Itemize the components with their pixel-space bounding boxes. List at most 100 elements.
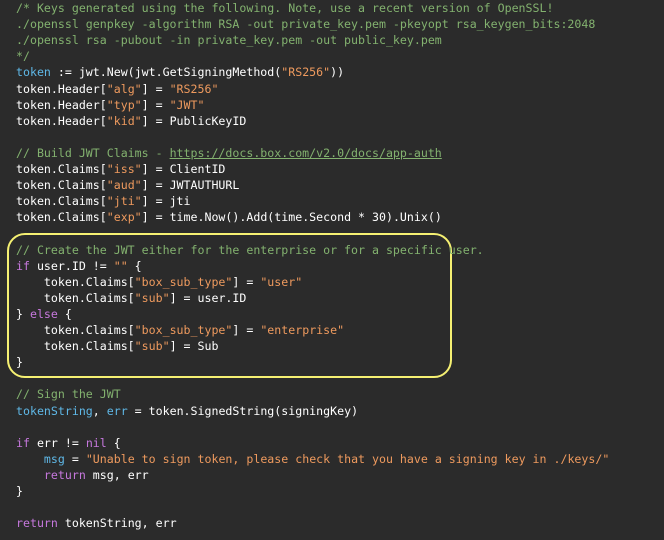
- code-token: err: [106, 403, 128, 418]
- code-token: {: [127, 258, 142, 273]
- code-token: "user": [260, 274, 303, 289]
- code-line: msg = "Unable to sign token, please chec…: [16, 451, 609, 467]
- code-token: "": [113, 258, 128, 273]
- code-token: "typ": [106, 97, 142, 112]
- code-line: if err != nil {: [16, 435, 121, 451]
- code-token: }: [16, 484, 23, 498]
- code-token: tokenString, err: [57, 516, 177, 531]
- code-line: /* Keys generated using the following. N…: [16, 0, 553, 16]
- code-token: token.Claims[: [16, 339, 135, 354]
- code-token: =: [64, 451, 86, 466]
- code-token: token: [16, 65, 51, 80]
- code-line: token.Header["typ"] = "JWT": [16, 97, 204, 113]
- code-line: */: [16, 48, 30, 64]
- code-token: ./openssl genpkey -algorithm RSA -out pr…: [16, 17, 596, 32]
- code-token: msg: [43, 451, 65, 466]
- code-line: } else {: [16, 306, 72, 322]
- code-token: "RS256": [281, 65, 331, 80]
- code-token: ] = user.ID: [169, 290, 247, 305]
- code-token: "iss": [106, 162, 142, 176]
- code-token: if: [16, 258, 30, 273]
- code-token: "RS256": [169, 81, 219, 96]
- code-token: ] = ClientID: [141, 162, 226, 176]
- code-line: }: [16, 354, 23, 370]
- code-token: "sub": [134, 339, 170, 354]
- code-line: ./openssl rsa -pubout -in private_key.pe…: [16, 32, 442, 48]
- code-token: "alg": [106, 81, 142, 96]
- code-line: token.Claims["jti"] = jti: [16, 193, 191, 209]
- code-token: */: [16, 49, 30, 64]
- code-token: token.Header[: [16, 81, 107, 96]
- code-token: "Unable to sign token, please check that…: [85, 451, 610, 466]
- code-line: token.Claims["box_sub_type"] = "enterpri…: [16, 322, 344, 338]
- code-token: {: [57, 306, 72, 321]
- code-token: // Create the JWT either for the enterpr…: [16, 242, 484, 257]
- code-token: "exp": [106, 210, 142, 225]
- code-token: }: [16, 306, 30, 321]
- code-line: // Create the JWT either for the enterpr…: [16, 242, 484, 258]
- code-token: err !=: [29, 435, 86, 450]
- code-line: token.Claims["exp"] = time.Now().Add(tim…: [16, 209, 442, 225]
- code-token: "box_sub_type": [134, 274, 233, 289]
- code-token: return: [16, 516, 58, 531]
- code-line: token.Claims["aud"] = JWTAUTHURL: [16, 177, 239, 193]
- code-line: token := jwt.New(jwt.GetSigningMethod("R…: [16, 64, 344, 80]
- code-token: = token.SignedString(signingKey): [127, 403, 359, 418]
- code-token: ,: [92, 403, 107, 418]
- code-line: token.Header["alg"] = "RS256": [16, 81, 218, 97]
- code-token: )): [330, 65, 345, 80]
- code-token: "sub": [134, 290, 170, 305]
- code-token: := jwt.New(jwt.GetSigningMethod(: [50, 65, 282, 80]
- code-token: 30: [372, 210, 386, 225]
- code-token: }: [16, 355, 23, 370]
- code-token: /* Keys generated using the following. N…: [16, 1, 554, 15]
- code-token: ] = JWTAUTHURL: [141, 178, 240, 193]
- code-token: {: [106, 435, 121, 450]
- code-token: ] = PublicKeyID: [141, 113, 247, 128]
- code-line: }: [16, 483, 23, 499]
- code-token: "kid": [106, 113, 142, 128]
- code-token: "aud": [106, 178, 142, 193]
- code-token: // Build JWT Claims -: [16, 145, 170, 160]
- code-token: "enterprise": [260, 323, 345, 337]
- code-token: "box_sub_type": [134, 323, 233, 337]
- code-line: return tokenString, err: [16, 515, 177, 531]
- code-token: // Sign the JWT: [16, 387, 121, 402]
- code-token: ] =: [232, 323, 261, 337]
- code-line: // Sign the JWT: [16, 386, 121, 402]
- code-token: token.Header[: [16, 113, 107, 128]
- code-token: tokenString: [16, 403, 93, 418]
- code-token: else: [29, 306, 58, 321]
- code-token: token.Claims[: [16, 274, 135, 289]
- code-token: msg, err: [85, 467, 149, 482]
- code-line: ./openssl genpkey -algorithm RSA -out pr…: [16, 16, 595, 32]
- code-token: token.Claims[: [16, 194, 107, 209]
- code-line: tokenString, err = token.SignedString(si…: [16, 403, 358, 419]
- code-link[interactable]: https://docs.box.com/v2.0/docs/app-auth: [170, 146, 442, 160]
- code-token: ] = jti: [141, 194, 191, 209]
- code-line: token.Claims["box_sub_type"] = "user": [16, 274, 302, 290]
- code-token: "JWT": [169, 97, 205, 112]
- code-token: token.Claims[: [16, 178, 107, 193]
- code-token: token.Claims[: [16, 162, 107, 176]
- code-token: ] =: [141, 81, 170, 96]
- code-token: nil: [85, 435, 107, 450]
- code-token: token.Claims[: [16, 323, 135, 337]
- code-token: ./openssl rsa -pubout -in private_key.pe…: [16, 33, 442, 48]
- code-editor[interactable]: /* Keys generated using the following. N…: [0, 0, 664, 540]
- code-token: "jti": [106, 194, 142, 209]
- code-token: ] = time.Now().Add(time.Second *: [141, 210, 372, 225]
- code-token: if: [16, 435, 30, 450]
- code-line: token.Claims["iss"] = ClientID: [16, 161, 225, 177]
- code-line: return msg, err: [16, 467, 149, 483]
- code-token: token.Claims[: [16, 210, 107, 225]
- code-token: user.ID !=: [29, 258, 114, 273]
- code-line: // Build JWT Claims - https://docs.box.c…: [16, 145, 442, 161]
- code-token: return: [43, 467, 86, 482]
- code-token: ] =: [232, 274, 261, 289]
- code-token: ).Unix(): [385, 210, 442, 225]
- code-token: token.Claims[: [16, 290, 135, 305]
- code-line: if user.ID != "" {: [16, 258, 142, 274]
